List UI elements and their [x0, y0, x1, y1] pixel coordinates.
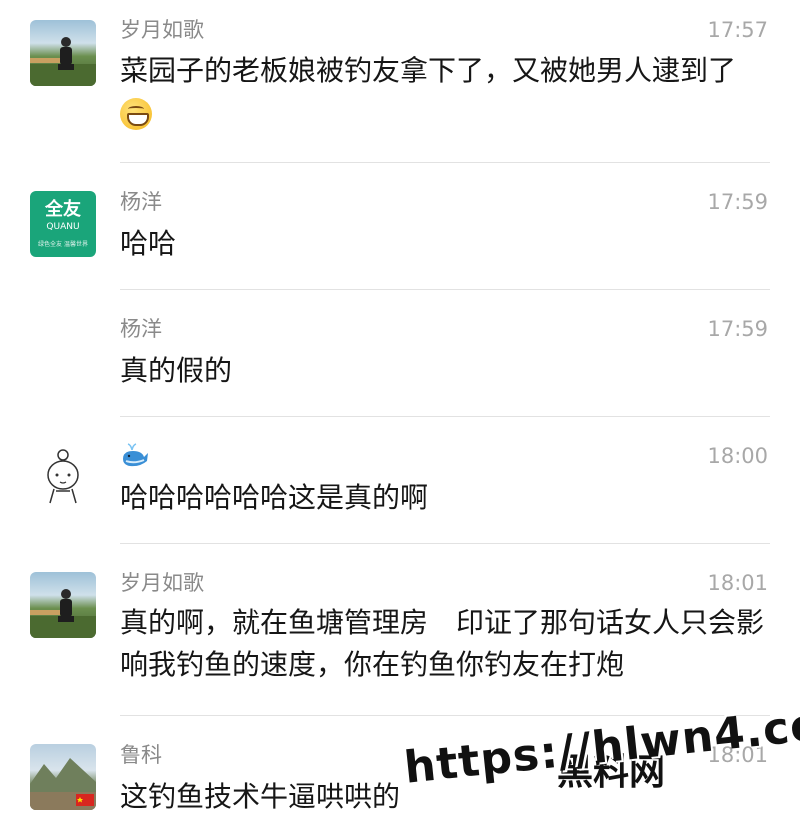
grinning-face-icon	[120, 98, 152, 130]
avatar[interactable]	[30, 445, 96, 511]
avatar[interactable]	[30, 20, 96, 86]
message-text: 菜园子的老板娘被钓友拿下了，又被她男人逮到了	[120, 50, 770, 134]
chat-message[interactable]: 18:00 哈哈哈哈哈哈这是真的啊	[0, 417, 800, 544]
message-time: 18:00	[707, 444, 768, 468]
message-time: 18:01	[707, 571, 768, 595]
person-icon	[30, 589, 96, 638]
message-text-content: 菜园子的老板娘被钓友拿下了，又被她男人逮到了	[120, 54, 737, 87]
doodle-face-icon	[47, 449, 79, 504]
sender-name: 鲁科	[120, 743, 162, 767]
avatar[interactable]	[30, 572, 96, 638]
sender-name: 岁月如歌	[120, 571, 204, 595]
mountain-icon	[30, 758, 96, 810]
message-time: 17:59	[707, 317, 768, 341]
avatar[interactable]: 全友 QUANU 绿色全友 温馨世界	[30, 191, 96, 257]
person-icon	[30, 37, 96, 86]
chat-message[interactable]: 全友 QUANU 绿色全友 温馨世界 杨洋 17:59 哈哈	[0, 163, 800, 290]
message-text: 真的假的	[120, 354, 233, 387]
avatar[interactable]	[30, 744, 96, 810]
brand-logo-sub: QUANU	[46, 221, 80, 232]
chat-message[interactable]: 岁月如歌 17:57 菜园子的老板娘被钓友拿下了，又被她男人逮到了	[0, 0, 800, 163]
chat-message[interactable]: 岁月如歌 18:01 真的啊，就在鱼塘管理房 印证了那句话女人只会影响我钓鱼的速…	[0, 544, 800, 716]
message-text: 哈哈	[120, 227, 177, 260]
sender-name: 岁月如歌	[120, 18, 204, 42]
brand-logo-tagline: 绿色全友 温馨世界	[38, 240, 88, 248]
message-text: 哈哈哈哈哈哈这是真的啊	[120, 481, 429, 514]
watermark: https://hlwn4.com 黑料网	[402, 694, 800, 793]
chat-message[interactable]: 杨洋 17:59 真的假的	[0, 290, 800, 417]
brand-logo-name: 全友	[45, 198, 81, 220]
sender-name: 杨洋	[120, 317, 162, 341]
message-text: 真的啊，就在鱼塘管理房 印证了那句话女人只会影响我钓鱼的速度，你在钓鱼你钓友在打…	[120, 606, 765, 681]
message-time: 17:59	[707, 190, 768, 214]
whale-icon	[120, 441, 150, 475]
message-time: 17:57	[707, 18, 768, 42]
sender-name: 杨洋	[120, 190, 162, 214]
